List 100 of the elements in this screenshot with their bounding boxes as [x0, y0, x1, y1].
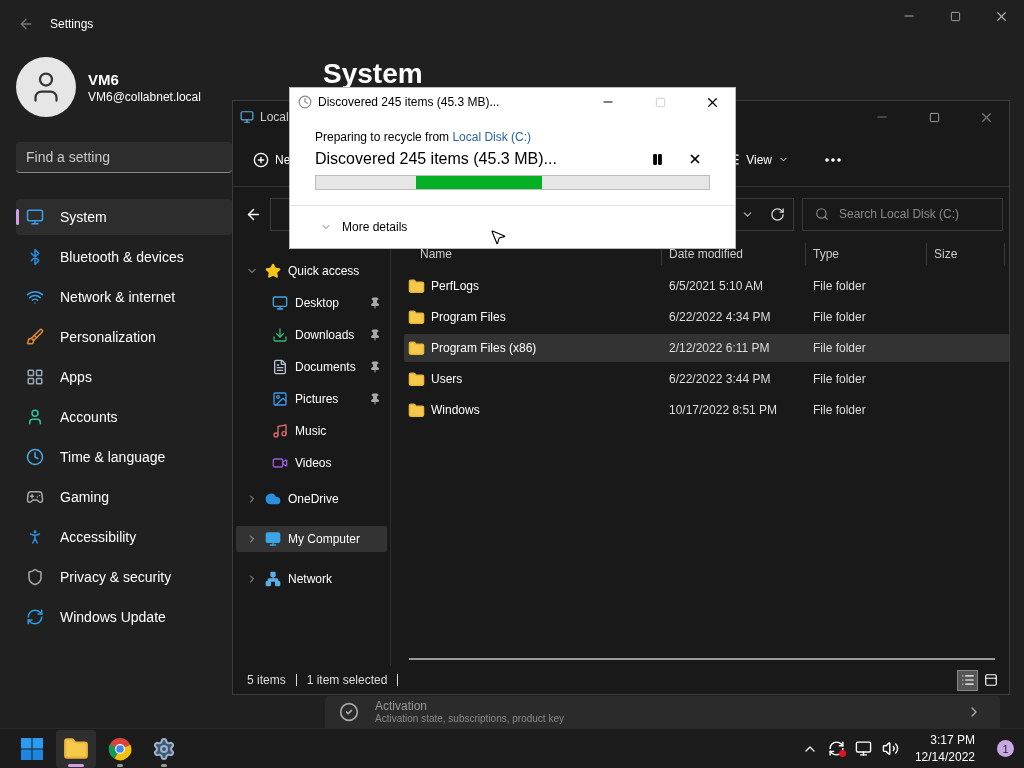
nav-item[interactable]: Windows Update	[16, 599, 232, 635]
tree-item[interactable]: Downloads	[236, 322, 387, 348]
column-header[interactable]: Size	[927, 243, 1005, 265]
tree-item[interactable]: Network	[236, 566, 387, 592]
file-row[interactable]: Users 6/22/2022 3:44 PM File folder	[404, 365, 1009, 393]
source-text: Preparing to recycle from Local Disk (C:)	[315, 130, 533, 144]
panel-icon	[983, 673, 998, 687]
nav-item[interactable]: Network & internet	[16, 279, 232, 315]
file-row[interactable]: Program Files (x86) 2/12/2022 6:11 PM File folder	[404, 334, 1009, 362]
back-icon	[18, 16, 34, 32]
tree-item[interactable]: Music	[236, 418, 387, 444]
window-title: Local	[260, 110, 289, 124]
nav-item[interactable]: Time & language	[16, 439, 232, 475]
type-cell: File folder	[813, 403, 866, 417]
more-icon	[825, 157, 841, 162]
person-icon	[26, 408, 44, 426]
maximize-icon	[654, 96, 666, 108]
tree-item[interactable]: Desktop	[236, 290, 387, 316]
folder-icon	[408, 277, 425, 295]
windows-logo-icon[interactable]	[20, 736, 44, 761]
date-cell: 2/12/2022 6:11 PM	[669, 341, 770, 355]
monitor-icon	[272, 295, 288, 311]
user-email: VM6@collabnet.local	[88, 89, 201, 104]
notification-badge[interactable]: 1	[997, 740, 1014, 757]
check-icon	[339, 702, 359, 722]
cloud-icon	[265, 491, 281, 507]
clock-time[interactable]: 3:17 PM	[930, 733, 975, 747]
date-cell: 6/22/2022 3:44 PM	[669, 372, 771, 386]
activation-card[interactable]: Activation Activation state, subscriptions, product key	[325, 696, 1000, 728]
file-row[interactable]: PerfLogs 6/5/2021 5:10 AM File folder	[404, 272, 1009, 300]
dialog-title: Discovered 245 items (45.3 MB)...	[318, 95, 501, 109]
network-icon	[854, 740, 872, 757]
list-icon	[960, 673, 975, 687]
activation-title: Activation	[375, 699, 429, 713]
close-icon	[688, 152, 702, 166]
maximize-icon	[949, 10, 961, 22]
search-icon	[815, 207, 829, 221]
apps-icon	[26, 368, 44, 386]
more-details-button[interactable]: More details	[290, 220, 735, 234]
refresh-icon	[770, 206, 785, 222]
source-link[interactable]: Local Disk (C:)	[452, 130, 532, 144]
date-cell: 10/17/2022 8:51 PM	[669, 403, 778, 417]
taskbar-app[interactable]	[56, 729, 96, 768]
document-icon	[272, 359, 288, 375]
file-row[interactable]: Program Files 6/22/2022 4:34 PM File folder	[404, 303, 1009, 331]
status-text: Discovered 245 items (45.3 MB)...	[315, 150, 558, 168]
file-name: Users	[431, 372, 463, 386]
type-cell: File folder	[813, 279, 866, 293]
file-name: Program Files (x86)	[431, 341, 537, 355]
nav-item[interactable]: Personalization	[16, 319, 232, 355]
window-title: Settings	[50, 17, 94, 31]
tree-item[interactable]: Quick access	[236, 258, 387, 284]
activation-subtitle: Activation state, subscriptions, product key	[375, 713, 565, 725]
maximize-icon	[928, 111, 940, 123]
tree-item[interactable]: My Computer	[236, 526, 387, 552]
page-title: System	[323, 58, 424, 90]
search-field[interactable]: Find a setting	[16, 142, 232, 173]
star-icon	[265, 263, 281, 279]
user-name: VM6	[88, 70, 120, 88]
nav-item[interactable]: Accounts	[16, 399, 232, 435]
type-cell: File folder	[813, 341, 866, 355]
browser-icon[interactable]	[108, 736, 132, 761]
nav-item[interactable]: Bluetooth & devices	[16, 239, 232, 275]
tree-item[interactable]: Pictures	[236, 386, 387, 412]
gamepad-icon	[26, 488, 44, 506]
clock-date[interactable]: 12/14/2022	[914, 750, 975, 764]
cursor-icon	[489, 228, 507, 246]
monitor-icon	[26, 208, 44, 226]
tree-item[interactable]: Videos	[236, 450, 387, 476]
brush-icon	[26, 328, 44, 346]
file-row[interactable]: Windows 10/17/2022 8:51 PM File folder	[404, 396, 1009, 424]
details-view-button[interactable]	[957, 669, 978, 691]
search-field[interactable]: Search Local Disk (C:)	[802, 197, 1003, 231]
file-name: Windows	[431, 403, 480, 417]
column-header[interactable]: Type	[806, 243, 927, 265]
file-name: PerfLogs	[431, 279, 480, 293]
tree-item[interactable]: Documents	[236, 354, 387, 380]
folder-icon[interactable]	[63, 735, 89, 762]
wifi-icon	[26, 288, 44, 306]
update-icon	[26, 608, 44, 626]
item-count: 5 items	[247, 674, 297, 686]
folder-icon	[408, 308, 425, 326]
folder-icon	[408, 370, 425, 388]
folder-icon	[408, 401, 425, 419]
tree-item[interactable]: OneDrive	[236, 486, 387, 512]
date-cell: 6/22/2022 4:34 PM	[669, 310, 771, 324]
clock-icon	[298, 95, 312, 109]
nav-item[interactable]: Privacy & security	[16, 559, 232, 595]
pause-icon	[650, 152, 664, 166]
nav-item[interactable]: Accessibility	[16, 519, 232, 555]
sync-icon[interactable]	[827, 740, 845, 757]
nav-item[interactable]: Apps	[16, 359, 232, 395]
clock-icon	[26, 448, 44, 466]
network-icon	[265, 571, 281, 587]
volume-icon	[881, 740, 899, 757]
gear-icon[interactable]	[152, 736, 176, 761]
video-icon	[272, 455, 288, 471]
nav-item[interactable]: Gaming	[16, 479, 232, 515]
nav-item[interactable]: System	[16, 199, 232, 235]
monitor-icon	[265, 531, 281, 547]
